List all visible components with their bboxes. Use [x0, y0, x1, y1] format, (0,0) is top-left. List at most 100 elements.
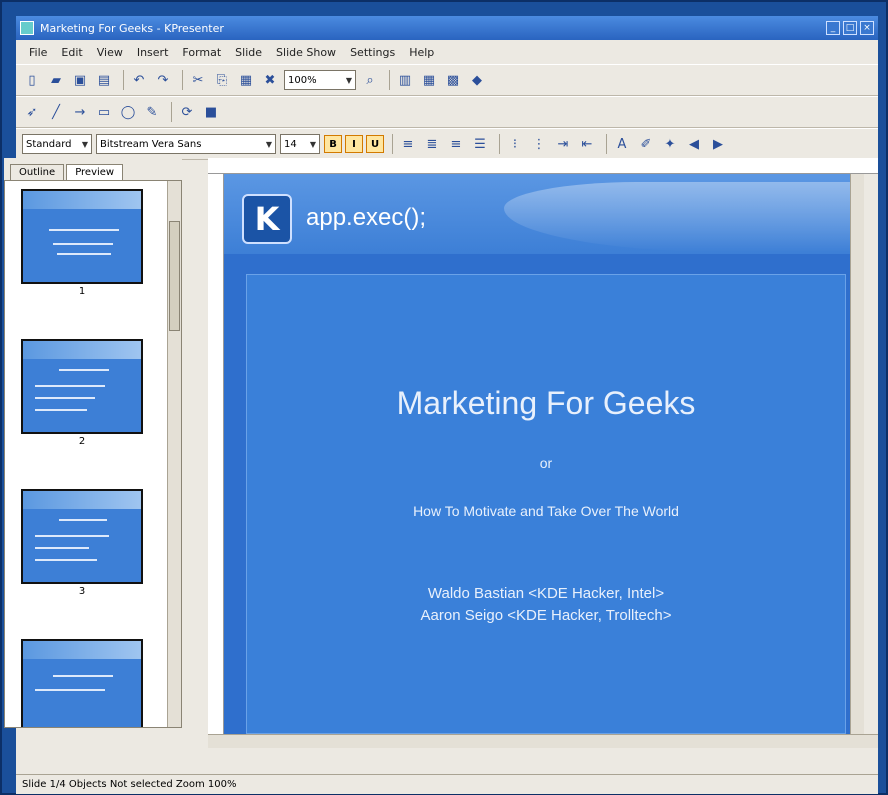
title-bar: Marketing For Geeks - KPresenter _ □ × — [16, 16, 878, 40]
slide-author-1[interactable]: Waldo Bastian <KDE Hacker, Intel> — [247, 585, 845, 602]
text-color-icon[interactable]: A — [612, 134, 632, 154]
shapes-icon[interactable]: ◆ — [467, 70, 487, 90]
slide-thumbnail-2[interactable]: 2 — [21, 339, 143, 450]
table-icon[interactable]: ▥ — [395, 70, 415, 90]
slide-thumbnail-4[interactable] — [21, 639, 143, 727]
scrollbar-thumb[interactable] — [169, 221, 180, 331]
slide-subtitle[interactable]: How To Motivate and Take Over The World — [247, 503, 845, 519]
slide-or[interactable]: or — [247, 455, 845, 471]
separator — [392, 134, 393, 154]
bold-button[interactable]: B — [324, 135, 342, 153]
slides-pane: Outline Preview 1 2 3 — [4, 158, 182, 728]
redo-icon[interactable]: ↷ — [153, 70, 173, 90]
sidebar-tabs: Outline Preview — [4, 158, 182, 180]
tab-outline[interactable]: Outline — [10, 164, 65, 180]
rotate-icon[interactable]: ⟳ — [177, 102, 197, 122]
menu-bar: File Edit View Insert Format Slide Slide… — [16, 40, 878, 64]
size-value: 14 — [284, 138, 297, 150]
menu-settings[interactable]: Settings — [343, 46, 402, 59]
color-icon[interactable]: ■ — [201, 102, 221, 122]
slide-thumbnail-1[interactable]: 1 — [21, 189, 143, 300]
align-right-icon[interactable]: ≡ — [446, 134, 466, 154]
separator — [389, 70, 390, 90]
menu-slide[interactable]: Slide — [228, 46, 269, 59]
chevron-down-icon: ▼ — [345, 75, 352, 85]
slide-thumbnail-3[interactable]: 3 — [21, 489, 143, 600]
print-icon[interactable]: ▤ — [94, 70, 114, 90]
menu-view[interactable]: View — [90, 46, 130, 59]
slide-preview — [21, 339, 143, 434]
menu-insert[interactable]: Insert — [130, 46, 176, 59]
minimize-button[interactable]: _ — [826, 21, 840, 35]
slide-list: 1 2 3 — [4, 180, 182, 728]
outdent-icon[interactable]: ⇤ — [577, 134, 597, 154]
arrow-icon[interactable]: → — [70, 102, 90, 122]
zoom-combo[interactable]: 100% ▼ — [284, 70, 356, 90]
menu-edit[interactable]: Edit — [54, 46, 89, 59]
ellipse-icon[interactable]: ◯ — [118, 102, 138, 122]
number-list-icon[interactable]: ⋮ — [529, 134, 549, 154]
style-value: Standard — [26, 138, 72, 150]
menu-file[interactable]: File — [22, 46, 54, 59]
undo-icon[interactable]: ↶ — [129, 70, 149, 90]
delete-icon[interactable]: ✖ — [260, 70, 280, 90]
paste-icon[interactable]: ▦ — [236, 70, 256, 90]
select-icon[interactable]: ➶ — [22, 102, 42, 122]
main-toolbar: ▯ ▰ ▣ ▤ ↶ ↷ ✂ ⎘ ▦ ✖ 100% ▼ ⌕ ▥ ▦ ▩ ◆ — [16, 64, 878, 96]
indent-icon[interactable]: ⇥ — [553, 134, 573, 154]
rectangle-icon[interactable]: ▭ — [94, 102, 114, 122]
prev-slide-icon[interactable]: ◀ — [684, 134, 704, 154]
slide-canvas[interactable]: K app.exec(); Marketing For Geeks or How… — [224, 174, 864, 734]
line-icon[interactable]: ╱ — [46, 102, 66, 122]
style-combo[interactable]: Standard ▼ — [22, 134, 92, 154]
tab-preview[interactable]: Preview — [66, 164, 124, 180]
separator — [606, 134, 607, 154]
slide-list-scrollbar[interactable] — [167, 181, 181, 727]
status-bar: Slide 1/4 Objects Not selected Zoom 100% — [16, 774, 878, 794]
copy-icon[interactable]: ⎘ — [212, 70, 232, 90]
font-value: Bitstream Vera Sans — [100, 138, 202, 150]
new-icon[interactable]: ▯ — [22, 70, 42, 90]
underline-button[interactable]: U — [366, 135, 384, 153]
open-icon[interactable]: ▰ — [46, 70, 66, 90]
slide-preview — [21, 189, 143, 284]
slide-header-band — [23, 491, 141, 509]
slide-number: 1 — [78, 286, 86, 297]
slide-header-band — [23, 641, 141, 659]
highlight-icon[interactable]: ✐ — [636, 134, 656, 154]
align-center-icon[interactable]: ≣ — [422, 134, 442, 154]
align-left-icon[interactable]: ≡ — [398, 134, 418, 154]
separator — [499, 134, 500, 154]
pen-icon[interactable]: ✎ — [142, 102, 162, 122]
vertical-ruler — [208, 174, 224, 734]
slide-title[interactable]: Marketing For Geeks — [247, 385, 845, 422]
status-text: Slide 1/4 Objects Not selected Zoom 100% — [22, 779, 237, 790]
slide-body[interactable]: Marketing For Geeks or How To Motivate a… — [246, 274, 846, 734]
app-icon — [20, 21, 34, 35]
font-combo[interactable]: Bitstream Vera Sans ▼ — [96, 134, 276, 154]
justify-icon[interactable]: ☰ — [470, 134, 490, 154]
next-slide-icon[interactable]: ▶ — [708, 134, 728, 154]
canvas-horizontal-scrollbar[interactable] — [208, 734, 878, 748]
menu-format[interactable]: Format — [175, 46, 228, 59]
window-title: Marketing For Geeks - KPresenter — [40, 21, 224, 35]
effects-icon[interactable]: ✦ — [660, 134, 680, 154]
zoom-value: 100% — [288, 74, 317, 86]
menu-slideshow[interactable]: Slide Show — [269, 46, 343, 59]
maximize-button[interactable]: □ — [843, 21, 857, 35]
slide-header-text: app.exec(); — [306, 204, 427, 231]
slide-author-2[interactable]: Aaron Seigo <KDE Hacker, Trolltech> — [247, 607, 845, 624]
canvas-vertical-scrollbar[interactable] — [850, 174, 864, 734]
cut-icon[interactable]: ✂ — [188, 70, 208, 90]
menu-help[interactable]: Help — [402, 46, 441, 59]
bullet-list-icon[interactable]: ⁝ — [505, 134, 525, 154]
italic-button[interactable]: I — [345, 135, 363, 153]
save-icon[interactable]: ▣ — [70, 70, 90, 90]
slide-header-band — [23, 341, 141, 359]
close-button[interactable]: × — [860, 21, 874, 35]
size-combo[interactable]: 14 ▼ — [280, 134, 320, 154]
slide-number: 3 — [78, 586, 86, 597]
zoom-icon[interactable]: ⌕ — [360, 70, 380, 90]
layout-icon[interactable]: ▩ — [443, 70, 463, 90]
grid-icon[interactable]: ▦ — [419, 70, 439, 90]
